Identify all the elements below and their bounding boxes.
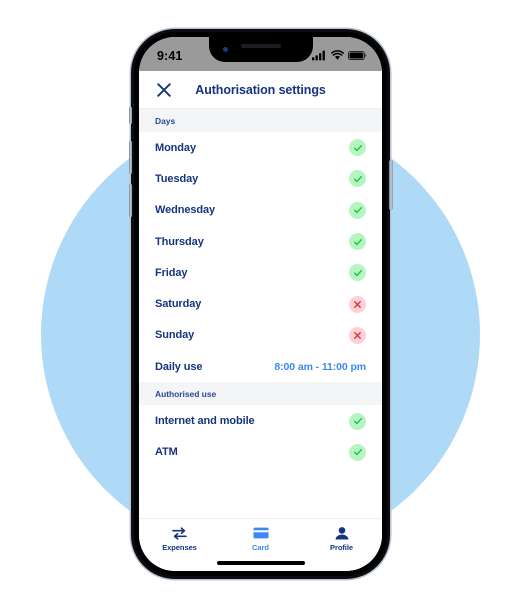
check-icon[interactable]: [349, 139, 366, 157]
row-label: Thursday: [155, 235, 204, 248]
row-label: Daily use: [155, 360, 203, 373]
row-label: ATM: [155, 446, 178, 459]
home-indicator[interactable]: [216, 560, 305, 565]
battery-icon: [348, 50, 367, 61]
list-item-saturday[interactable]: Saturday: [139, 288, 382, 320]
list-item-atm[interactable]: ATM: [139, 436, 382, 466]
check-icon[interactable]: [349, 412, 366, 430]
tab-label: Card: [252, 543, 269, 552]
row-label: Tuesday: [155, 172, 199, 185]
cross-icon[interactable]: [349, 295, 366, 313]
earpiece-speaker: [240, 44, 281, 48]
signal-icon: [312, 50, 325, 61]
row-label: Friday: [155, 266, 188, 279]
tab-card[interactable]: Card: [220, 526, 301, 552]
person-icon: [335, 526, 349, 540]
status-time: 9:41: [157, 48, 183, 63]
notch: [208, 37, 313, 62]
section-header-days: Days: [139, 109, 382, 132]
row-label: Monday: [155, 141, 196, 154]
section-header-authorised-use: Authorised use: [139, 382, 382, 406]
daily-use-value: 8:00 am - 11:00 pm: [274, 360, 366, 373]
check-icon[interactable]: [349, 443, 366, 461]
row-label: Saturday: [155, 298, 202, 311]
row-label: Internet and mobile: [155, 415, 255, 428]
check-icon[interactable]: [349, 233, 366, 251]
phone-frame: 9:41 Authorisation settings Days Monday …: [128, 29, 393, 579]
tab-profile[interactable]: Profile: [301, 526, 382, 552]
close-button[interactable]: [155, 81, 173, 99]
tab-expenses[interactable]: Expenses: [139, 526, 220, 552]
close-icon: [157, 82, 171, 97]
phone-screen: 9:41 Authorisation settings Days Monday …: [139, 37, 382, 571]
power-button[interactable]: [389, 160, 393, 210]
check-icon[interactable]: [349, 170, 366, 188]
front-camera-icon: [222, 47, 228, 52]
row-label: Wednesday: [155, 204, 216, 217]
credit-card-icon: [252, 526, 269, 540]
check-icon[interactable]: [349, 264, 366, 282]
tab-label: Expenses: [162, 543, 197, 552]
transfer-arrows-icon: [172, 526, 187, 540]
app-header: Authorisation settings: [139, 71, 382, 109]
list-item-monday[interactable]: Monday: [139, 132, 382, 164]
list-item-sunday[interactable]: Sunday: [139, 319, 382, 352]
list-item-wednesday[interactable]: Wednesday: [139, 194, 382, 226]
list-item-internet-and-mobile[interactable]: Internet and mobile: [139, 405, 382, 437]
list-item-tuesday[interactable]: Tuesday: [139, 163, 382, 195]
wifi-icon: [331, 50, 344, 60]
cross-icon[interactable]: [349, 326, 366, 344]
page-title: Authorisation settings: [195, 82, 326, 97]
list-item-thursday[interactable]: Thursday: [139, 225, 382, 258]
status-icons: [312, 50, 367, 61]
list-item-daily-use[interactable]: Daily use 8:00 am - 11:00 pm: [139, 351, 382, 383]
settings-list[interactable]: Days Monday Tuesday Wednesday Thursday F…: [139, 109, 382, 466]
silent-switch[interactable]: [129, 107, 132, 124]
tab-label: Profile: [330, 543, 353, 552]
check-icon[interactable]: [349, 201, 366, 219]
volume-up-button[interactable]: [128, 141, 132, 174]
list-item-friday[interactable]: Friday: [139, 257, 382, 289]
row-label: Sunday: [155, 329, 195, 342]
volume-down-button[interactable]: [128, 184, 132, 217]
